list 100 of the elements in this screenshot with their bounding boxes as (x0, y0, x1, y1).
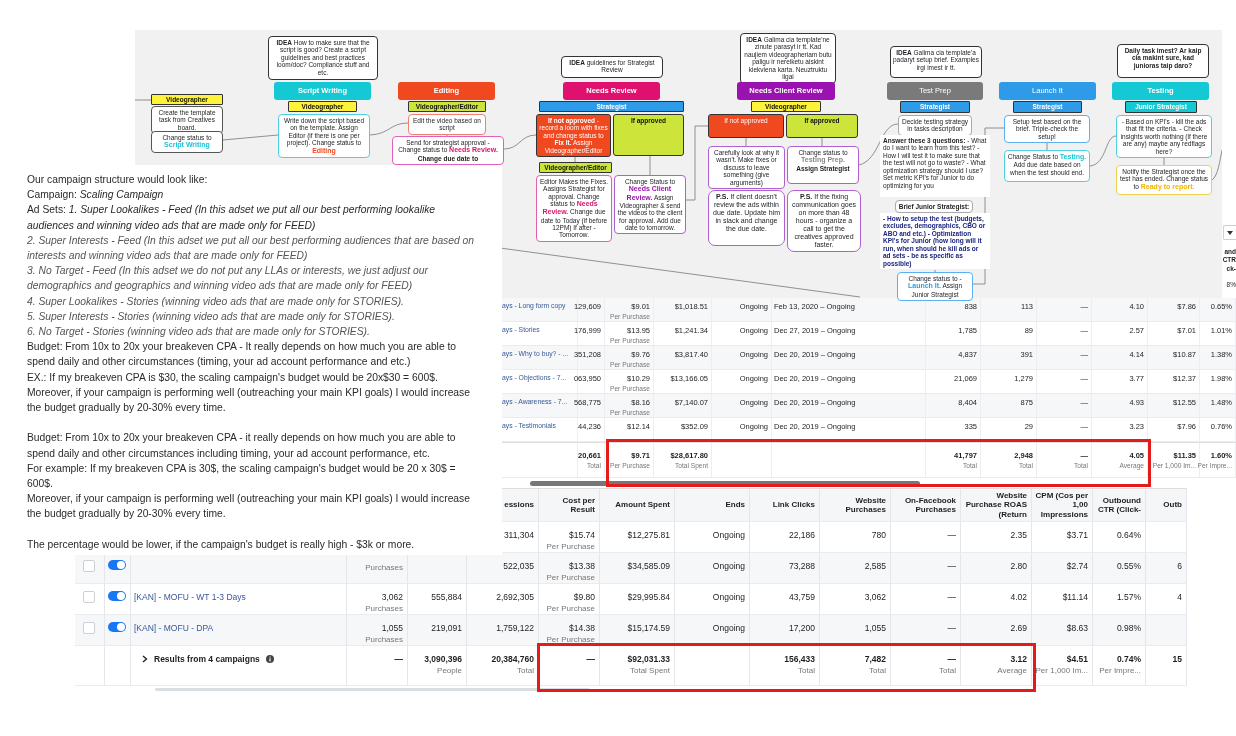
results-summary: Results from 4 campaigns (154, 654, 260, 664)
cell-unit: Purchases (365, 635, 403, 644)
paragraph: 6. No Target - Stories (winning video ads that are made only for STORIES). (27, 325, 371, 340)
table-cell: — (947, 592, 956, 602)
cell-unit: Total (939, 666, 956, 675)
total-value: — (394, 654, 403, 664)
cell-unit: Total Spent (629, 666, 670, 675)
cell-unit: Per Purchase (546, 573, 595, 582)
cell-unit: Per Purchase (546, 542, 595, 551)
column-header[interactable]: Website Purchases (823, 495, 886, 515)
info-icon[interactable] (265, 655, 274, 663)
table-cell: 2.80 (1010, 561, 1027, 571)
table-cell: 522,035 (503, 561, 534, 571)
toggle-switch[interactable] (108, 591, 126, 601)
table-cell: 0.64% (1116, 530, 1141, 540)
column-header[interactable]: Ends (725, 500, 745, 510)
toggle-switch[interactable] (108, 560, 126, 570)
row-checkbox[interactable] (83, 591, 95, 603)
table-cell: 1.57% (1116, 592, 1141, 602)
row-checkbox[interactable] (83, 622, 95, 634)
total-value: — (947, 654, 956, 664)
column-header[interactable]: Outb (1163, 500, 1182, 510)
paragraph: 2. Super Interests - Feed (In this adset we put all our best performing audiences that are based on interests and winning video ads that are made only for FEED) (27, 233, 476, 263)
table-cell: $9.80 (573, 592, 595, 602)
table-cell: — (947, 561, 956, 571)
table-cell: $3.71 (1066, 530, 1088, 540)
column-header[interactable]: Amount Spent (615, 500, 670, 510)
table-cell: Ongoing (712, 561, 745, 571)
table-cell: 1,055 (864, 623, 886, 633)
cell-unit: Total (869, 666, 886, 675)
column-header[interactable]: On-Facebook Purchases (894, 495, 956, 515)
campaign-link[interactable]: [KAN] - MOFU - DPA (134, 623, 214, 633)
cell-unit: Per Impre... (1099, 666, 1141, 675)
caret-icon (1227, 230, 1233, 235)
table-cell: 219,091 (431, 623, 462, 633)
table-cell: 2,692,305 (496, 592, 534, 602)
table-cell: $15,174.59 (627, 623, 670, 633)
table-cell: Ongoing (712, 530, 745, 540)
column-header[interactable]: Link Clicks (772, 500, 815, 510)
table-cell: 2.35 (1010, 530, 1027, 540)
total-value: 3,090,396 (424, 654, 462, 664)
table-cell: 1,759,122 (496, 623, 534, 633)
column-header[interactable]: CPM (Cos per 1,00 Impressions (1035, 491, 1088, 519)
paragraph: The percentage would be lower, if the campaign's budget is really high - $3k or more. (27, 537, 416, 552)
column-header[interactable]: essions (504, 500, 534, 510)
table-cell: $2.74 (1066, 561, 1088, 571)
toggle-switch[interactable] (108, 622, 126, 632)
paragraph: Ad Sets: 1. Super Lookalikes - Feed (In this adset we put all our best performing lookalike audiences and winning video ads that are made only for FEED) (27, 203, 437, 233)
table-cell: 2.69 (1010, 623, 1027, 633)
cell-unit: Per 1,000 Im... (1035, 666, 1088, 675)
total-value: 20,384,760 (491, 654, 534, 664)
table-cell: — (947, 530, 956, 540)
table-cell: 0.98% (1116, 623, 1141, 633)
table-cell: 4.02 (1010, 592, 1027, 602)
paragraph: Budget: From 10x to 20x your breakeven CPA - It really depends on how much you are able to spend daily and other circumstances (timing, your ad account performance and etc.) (27, 340, 458, 370)
table-cell: $14.38 (569, 623, 595, 633)
table-cell: 22,186 (789, 530, 815, 540)
table-cell: 780 (871, 530, 886, 540)
paragraph: Moreover, if your campaign is performing well (outreaching your main KPI goals) I would increase the budget gradually by 20-30% every time. (27, 385, 471, 416)
column-header[interactable]: Cost per Result (542, 495, 595, 515)
chevron-icon[interactable] (142, 655, 148, 663)
table-cell: 73,288 (789, 561, 815, 571)
table-cell: 2,585 (864, 561, 886, 571)
paragraph: Moreover, if your campaign is performing well (outreaching your main KPI goals) I would increase the budget gradually by 20-30% every time. (27, 492, 471, 522)
total-value: $4.51 (1066, 654, 1088, 664)
cell-unit: Total (798, 666, 815, 675)
paragraph: Budget: From 10x to 20x your breakeven CPA - it really depends on how much you are able to spend daily and other circumstances including timing, your ad account performance, etc. (27, 431, 457, 461)
table-cell: — (947, 623, 956, 633)
cell-unit: Purchases (365, 604, 403, 613)
table-cell: 0.55% (1116, 561, 1141, 571)
paragraph: EX.: If my breakeven CPA is $30, the scaling campaign's budget would be 20x$30 = 600$. (27, 370, 439, 385)
table-cell: $8.63 (1066, 623, 1088, 633)
table-cell: $34,585.09 (627, 561, 670, 571)
column-header[interactable]: Website Purchase ROAS (Return (964, 491, 1027, 519)
table-cell: $29,995.84 (627, 592, 670, 602)
campaign-link[interactable]: [KAN] - MOFU - WT 1-3 Days (134, 592, 246, 602)
scrollbar-thumb[interactable] (155, 688, 590, 691)
paragraph: Campaign: Scaling Campaign (27, 188, 165, 203)
paragraph: Our campaign structure would look like: (27, 173, 209, 187)
column-header[interactable]: Outbound CTR (Click- (1096, 495, 1141, 515)
total-value: 3.12 (1010, 654, 1027, 664)
paragraph: 3. No Target - Feed (In this adset we do not put any LLAs or interests, we just adjust our demographics and geographics and winning video ads that are made only for FEED) (27, 264, 429, 294)
cell-unit: Purchases (365, 563, 403, 572)
paragraph: 4. Super Lookalikes - Stories (winning video ads that are made only for STORIES). (27, 294, 405, 309)
table-cell: $11.14 (1062, 592, 1088, 602)
table-cell: 6 (1177, 561, 1182, 571)
cell-unit: People (437, 666, 462, 675)
total-value: 7,482 (864, 654, 886, 664)
table-cell: 4 (1177, 592, 1182, 602)
cell-unit: Per Purchase (546, 635, 595, 644)
cell-unit: Average (997, 666, 1027, 675)
paragraph: 5. Super Interests - Stories (winning video ads that are made only for STORIES). (27, 309, 396, 324)
column-dropdown[interactable] (1223, 225, 1236, 240)
cell-unit: Total (517, 666, 534, 675)
row-checkbox[interactable] (83, 560, 95, 572)
scrollbar-thumb[interactable] (530, 481, 920, 486)
table-cell: Ongoing (712, 592, 745, 602)
total-value: 156,433 (784, 654, 815, 664)
table-cell: 1,055 (381, 623, 403, 633)
table-cell: 43,759 (789, 592, 815, 602)
